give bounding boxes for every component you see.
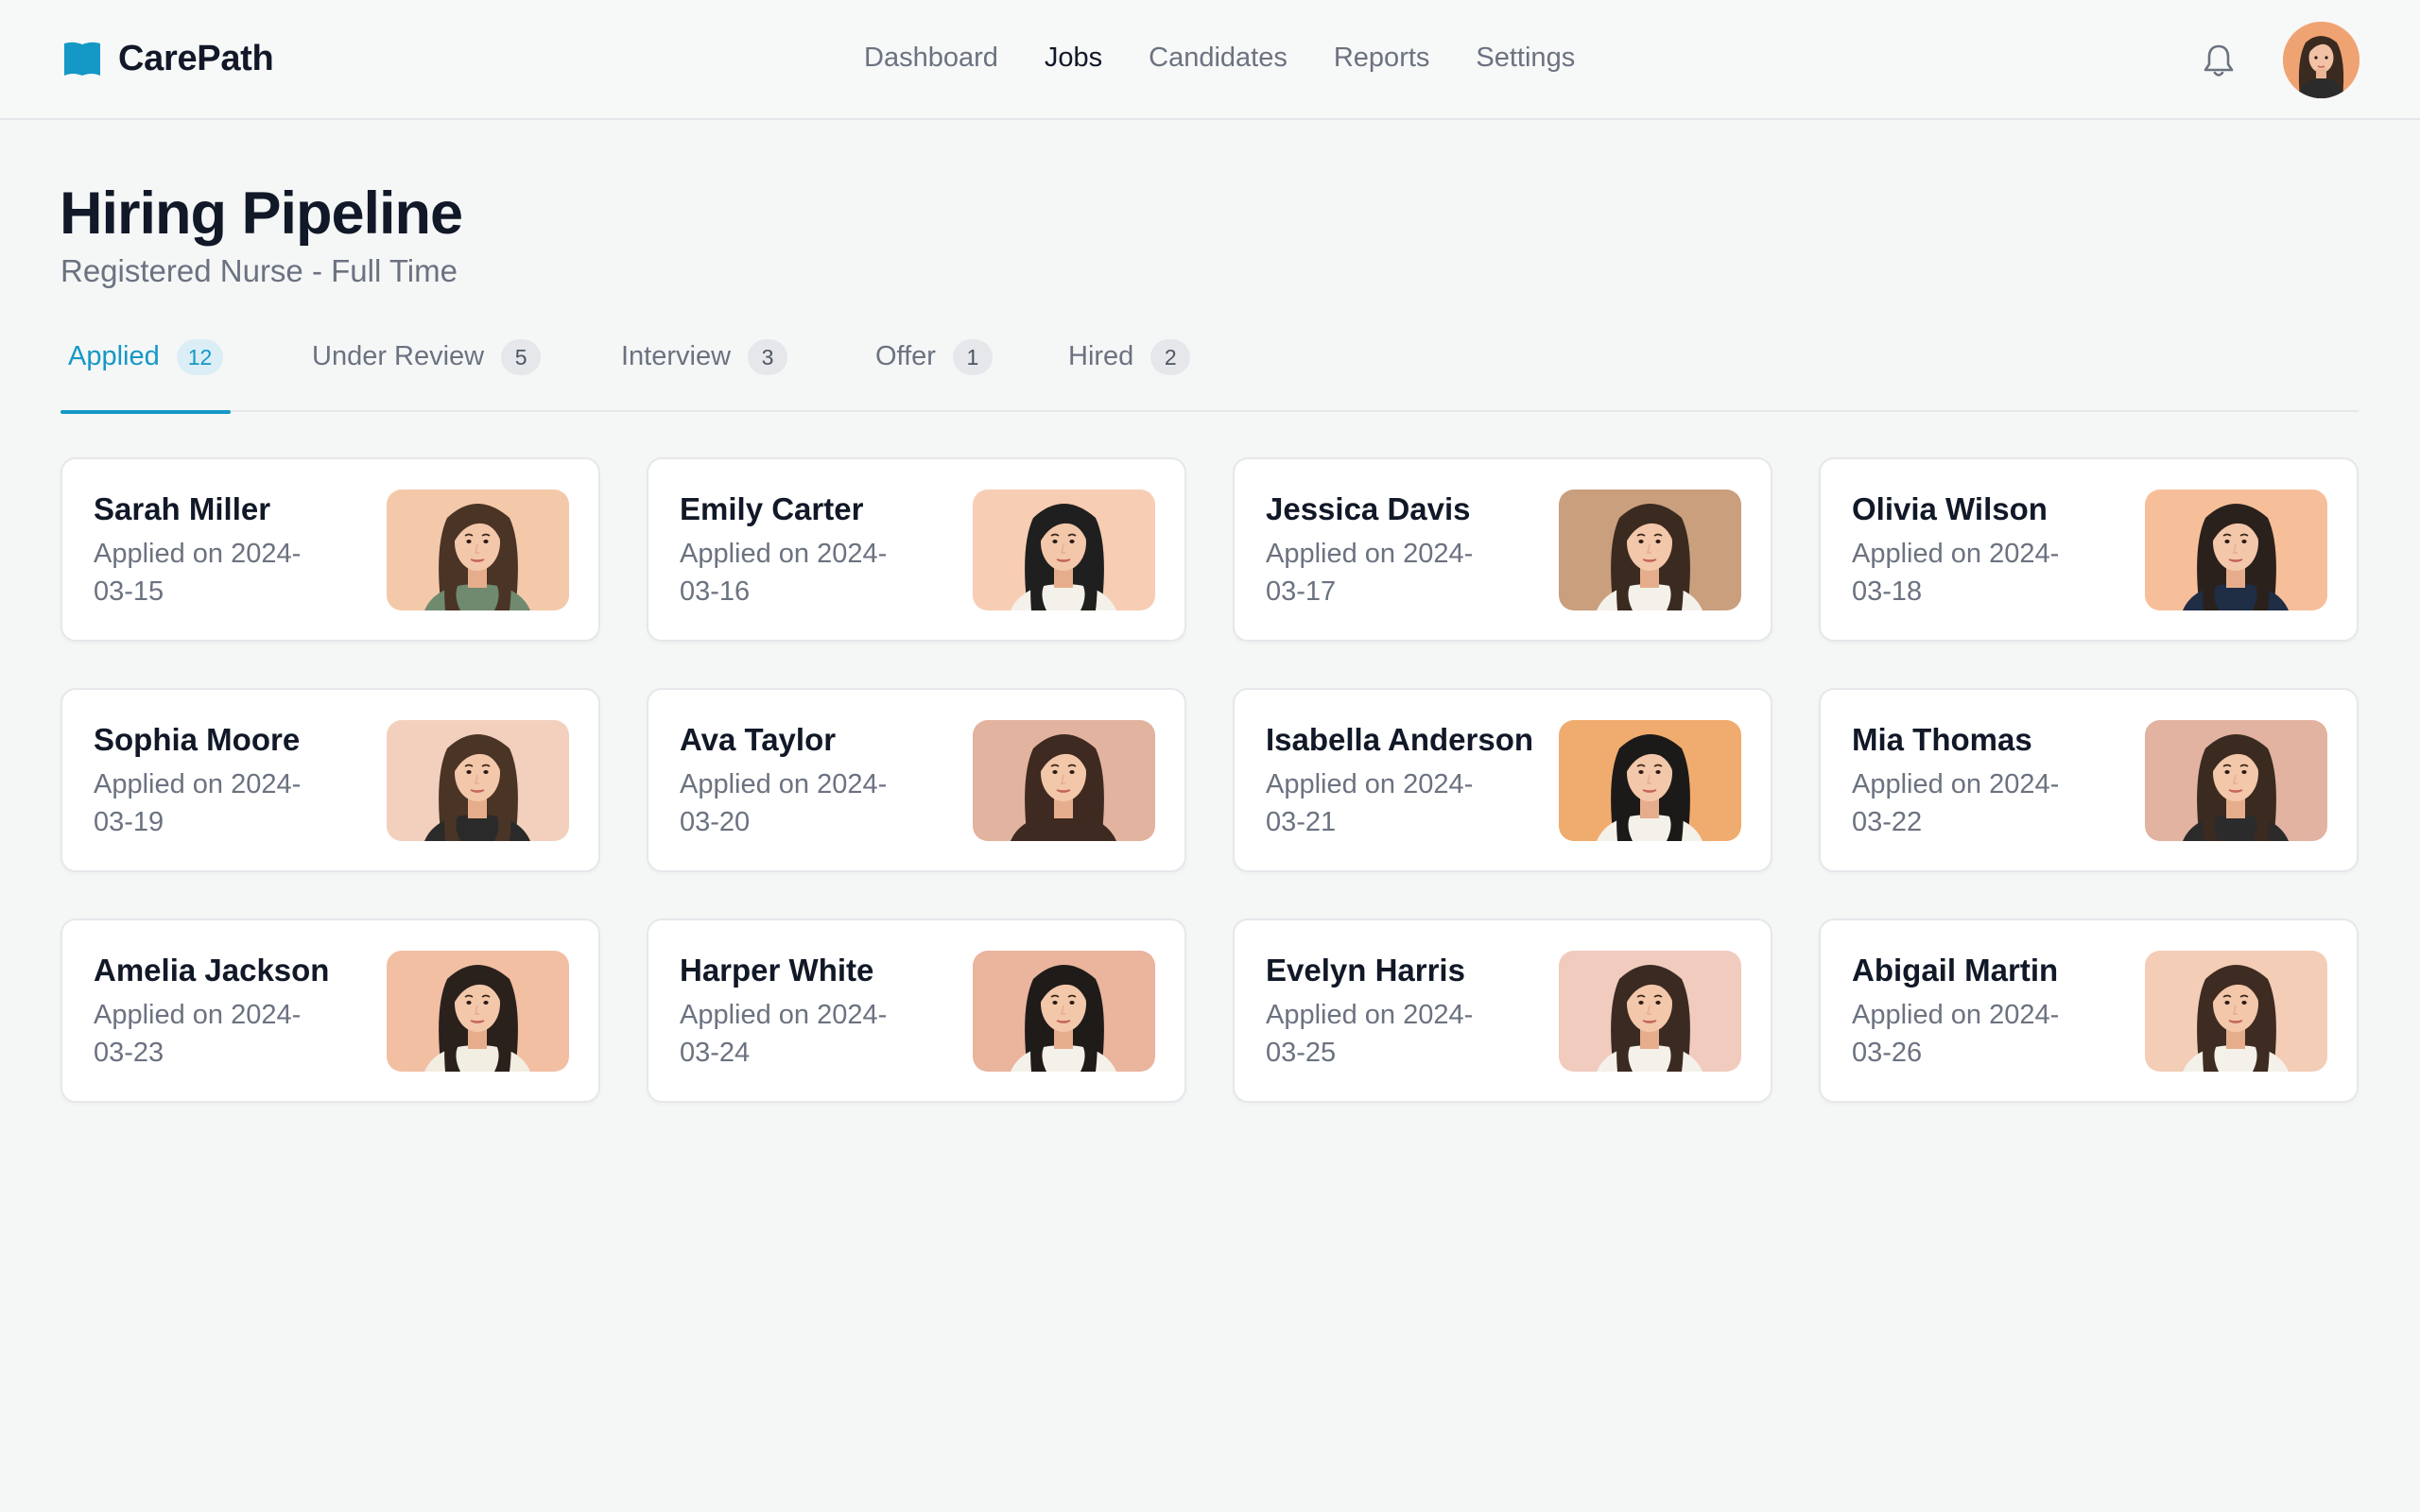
candidate-card[interactable]: Isabella Anderson Applied on 2024-03-21 xyxy=(1233,688,1772,872)
candidate-name: Jessica Davis xyxy=(1266,491,1471,526)
tab-label: Offer xyxy=(875,341,936,371)
candidate-portrait-icon xyxy=(1559,951,1741,1072)
candidate-name: Evelyn Harris xyxy=(1266,953,1465,988)
candidate-name: Abigail Martin xyxy=(1852,953,2059,988)
candidate-card[interactable]: Abigail Martin Applied on 2024-03-26 xyxy=(1819,919,2359,1103)
candidate-photo xyxy=(973,720,1155,841)
candidate-photo xyxy=(2145,490,2327,610)
candidate-card[interactable]: Emily Carter Applied on 2024-03-16 xyxy=(647,457,1186,642)
nav-candidates[interactable]: Candidates xyxy=(1149,43,1288,74)
candidate-photo xyxy=(1559,490,1741,610)
candidate-photo xyxy=(1559,951,1741,1072)
tab-hired[interactable]: Hired 2 xyxy=(1068,326,1191,412)
applied-date: Applied on 2024-03-23 xyxy=(94,1000,302,1068)
candidate-name: Sarah Miller xyxy=(94,491,271,526)
candidate-portrait-icon xyxy=(2145,490,2327,610)
candidate-card[interactable]: Amelia Jackson Applied on 2024-03-23 xyxy=(60,919,600,1103)
applied-date: Applied on 2024-03-25 xyxy=(1266,1000,1474,1068)
tab-count-badge: 1 xyxy=(952,339,993,375)
tab-offer[interactable]: Offer 1 xyxy=(875,326,993,412)
applied-date: Applied on 2024-03-22 xyxy=(1852,769,2060,837)
candidate-name: Sophia Moore xyxy=(94,722,301,757)
brand-name: CarePath xyxy=(118,38,274,78)
candidate-photo xyxy=(1559,720,1741,841)
candidate-portrait-icon xyxy=(387,720,569,841)
candidate-card[interactable]: Mia Thomas Applied on 2024-03-22 xyxy=(1819,688,2359,872)
candidate-name: Amelia Jackson xyxy=(94,953,330,988)
candidate-portrait-icon xyxy=(973,951,1155,1072)
bell-icon[interactable] xyxy=(2199,41,2238,80)
candidate-name: Ava Taylor xyxy=(680,722,837,757)
page-subtitle: Registered Nurse - Full Time xyxy=(60,253,458,288)
candidate-card[interactable]: Ava Taylor Applied on 2024-03-20 xyxy=(647,688,1186,872)
candidate-card[interactable]: Jessica Davis Applied on 2024-03-17 xyxy=(1233,457,1772,642)
tab-count-badge: 3 xyxy=(748,339,788,375)
candidate-portrait-icon xyxy=(973,490,1155,610)
candidate-card[interactable]: Sophia Moore Applied on 2024-03-19 xyxy=(60,688,600,872)
applied-date: Applied on 2024-03-17 xyxy=(1266,539,1474,607)
candidate-name: Harper White xyxy=(680,953,874,988)
applied-date: Applied on 2024-03-16 xyxy=(680,539,888,607)
nav-settings[interactable]: Settings xyxy=(1476,43,1575,74)
applied-date: Applied on 2024-03-26 xyxy=(1852,1000,2060,1068)
tab-label: Applied xyxy=(68,341,160,371)
tab-count-badge: 5 xyxy=(501,339,542,375)
applied-date: Applied on 2024-03-24 xyxy=(680,1000,888,1068)
candidate-card[interactable]: Harper White Applied on 2024-03-24 xyxy=(647,919,1186,1103)
candidate-portrait-icon xyxy=(1559,490,1741,610)
candidate-photo xyxy=(387,951,569,1072)
candidate-portrait-icon xyxy=(387,490,569,610)
tab-count-badge: 12 xyxy=(176,339,224,375)
page-title: Hiring Pipeline xyxy=(60,180,463,247)
candidate-card[interactable]: Evelyn Harris Applied on 2024-03-25 xyxy=(1233,919,1772,1103)
candidate-photo xyxy=(387,720,569,841)
candidate-name: Isabella Anderson xyxy=(1266,722,1534,757)
candidate-photo xyxy=(2145,951,2327,1072)
candidate-name: Olivia Wilson xyxy=(1852,491,2048,526)
tab-label: Under Review xyxy=(312,341,485,371)
book-logo-icon xyxy=(64,42,100,76)
candidate-photo xyxy=(2145,720,2327,841)
tab-label: Interview xyxy=(621,341,732,371)
main-nav: Dashboard Jobs Candidates Reports Settin… xyxy=(864,43,1575,74)
user-avatar[interactable] xyxy=(2283,22,2360,98)
tab-label: Hired xyxy=(1068,341,1134,371)
tab-interview[interactable]: Interview 3 xyxy=(621,326,788,412)
candidate-card[interactable]: Sarah Miller Applied on 2024-03-15 xyxy=(60,457,600,642)
applied-date: Applied on 2024-03-20 xyxy=(680,769,888,837)
candidate-card[interactable]: Olivia Wilson Applied on 2024-03-18 xyxy=(1819,457,2359,642)
user-avatar-portrait-icon xyxy=(2283,22,2360,98)
candidate-photo xyxy=(973,951,1155,1072)
top-navigation-bar: CarePath Dashboard Jobs Candidates Repor… xyxy=(0,0,2420,120)
candidate-name: Mia Thomas xyxy=(1852,722,2032,757)
tab-count-badge: 2 xyxy=(1150,339,1191,375)
applied-date: Applied on 2024-03-21 xyxy=(1266,769,1474,837)
candidate-portrait-icon xyxy=(2145,951,2327,1072)
brand[interactable]: CarePath xyxy=(61,38,274,79)
candidate-portrait-icon xyxy=(387,951,569,1072)
nav-jobs[interactable]: Jobs xyxy=(1045,43,1102,74)
applied-date: Applied on 2024-03-18 xyxy=(1852,539,2060,607)
candidate-photo xyxy=(973,490,1155,610)
candidate-name: Emily Carter xyxy=(680,491,864,526)
candidate-portrait-icon xyxy=(2145,720,2327,841)
tab-under-review[interactable]: Under Review 5 xyxy=(312,326,542,412)
candidate-photo xyxy=(387,490,569,610)
applied-date: Applied on 2024-03-15 xyxy=(94,539,302,607)
candidate-portrait-icon xyxy=(1559,720,1741,841)
pipeline-tabs: Applied 12 Under Review 5 Interview 3 Of… xyxy=(60,326,2359,414)
candidate-portrait-icon xyxy=(973,720,1155,841)
applied-date: Applied on 2024-03-19 xyxy=(94,769,302,837)
nav-dashboard[interactable]: Dashboard xyxy=(864,43,998,74)
tab-applied[interactable]: Applied 12 xyxy=(60,326,232,414)
nav-reports[interactable]: Reports xyxy=(1334,43,1430,74)
